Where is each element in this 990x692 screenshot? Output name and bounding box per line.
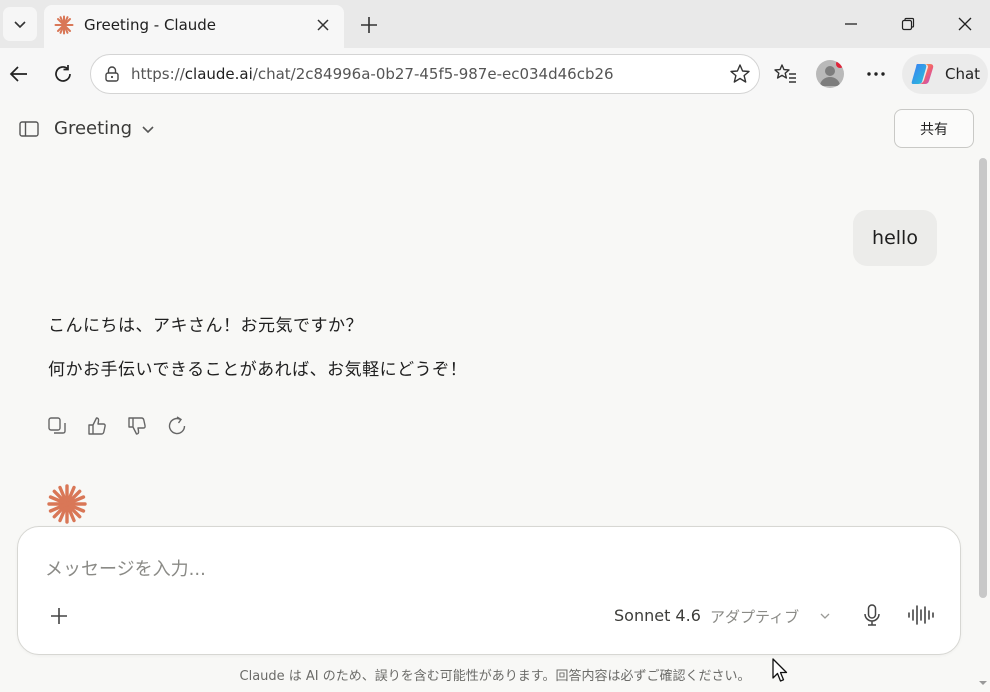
mode-selector[interactable]: アダプティブ xyxy=(710,606,799,627)
refresh-button[interactable] xyxy=(48,59,78,89)
conversation-title[interactable]: Greeting xyxy=(54,118,132,139)
url-text: https://claude.ai/chat/2c84996a-0b27-45f… xyxy=(131,65,614,83)
model-selector[interactable]: Sonnet 4.6 xyxy=(614,606,701,625)
claude-logo-icon xyxy=(47,484,87,524)
more-menu-button[interactable] xyxy=(862,60,890,88)
tab-list-button[interactable] xyxy=(2,6,38,42)
copilot-icon xyxy=(911,64,934,84)
message-input[interactable]: メッセージを入力... xyxy=(45,555,206,581)
browser-tab-active[interactable]: Greeting - Claude xyxy=(44,5,344,48)
close-window-button[interactable] xyxy=(950,10,980,38)
mouse-cursor-icon xyxy=(772,658,788,682)
tab-close-button[interactable] xyxy=(312,14,334,36)
site-info-icon[interactable] xyxy=(103,65,121,83)
chevron-down-icon xyxy=(14,21,26,29)
url-host: claude.ai xyxy=(184,65,253,83)
chevron-down-icon[interactable] xyxy=(139,120,157,138)
assistant-paragraph: こんにちは、アキさん！お元気ですか？ xyxy=(48,316,363,336)
sidebar-toggle-icon[interactable] xyxy=(18,118,40,140)
assistant-paragraph: 何かお手伝いできることがあれば、お気軽にどうぞ！ xyxy=(48,360,468,380)
new-tab-button[interactable] xyxy=(354,10,384,40)
more-icon xyxy=(867,72,885,76)
chat-header: Greeting 共有 xyxy=(0,100,990,156)
retry-icon[interactable] xyxy=(166,415,188,437)
url-path: /chat/2c84996a-0b27-45f5-987e-ec034d46cb… xyxy=(252,65,614,83)
minimize-icon xyxy=(845,23,857,25)
claude-app: Greeting 共有 hello こんにちは、アキさん！お元気ですか？ 何かお… xyxy=(0,100,990,692)
thumbs-up-icon[interactable] xyxy=(86,415,108,437)
scrollbar-thumb[interactable] xyxy=(979,158,987,598)
share-button[interactable]: 共有 xyxy=(894,109,974,148)
plus-icon xyxy=(361,17,377,33)
copilot-chat-button[interactable]: Chat xyxy=(902,54,988,94)
url-scheme: https:// xyxy=(131,65,185,83)
microphone-icon[interactable] xyxy=(861,603,883,627)
assistant-message: こんにちは、アキさん！お元気ですか？ 何かお手伝いできることがあれば、お気軽にど… xyxy=(48,318,467,406)
arrow-left-icon xyxy=(9,66,27,82)
close-icon xyxy=(317,19,329,31)
minimize-button[interactable] xyxy=(836,10,866,38)
favorites-button[interactable] xyxy=(772,60,800,88)
refresh-icon xyxy=(55,65,71,82)
voice-mode-icon[interactable] xyxy=(906,603,936,627)
thumbs-down-icon[interactable] xyxy=(126,415,148,437)
add-attachment-icon[interactable] xyxy=(48,605,70,627)
profile-avatar[interactable] xyxy=(816,60,844,88)
copilot-chat-label: Chat xyxy=(945,65,981,83)
address-bar[interactable]: https://claude.ai/chat/2c84996a-0b27-45f… xyxy=(90,54,760,94)
message-composer: メッセージを入力... Sonnet 4.6 アダプティブ xyxy=(17,526,961,655)
tab-title: Greeting - Claude xyxy=(84,16,217,34)
claude-favicon-icon xyxy=(54,15,74,35)
back-button[interactable] xyxy=(4,59,34,89)
user-message: hello xyxy=(853,210,937,266)
restore-button[interactable] xyxy=(893,10,923,38)
star-icon[interactable] xyxy=(729,63,751,85)
favorites-icon xyxy=(774,64,796,83)
browser-tab-bar: Greeting - Claude xyxy=(0,0,990,48)
notification-dot xyxy=(836,60,844,68)
chevron-down-icon[interactable] xyxy=(818,609,832,623)
disclaimer-text: Claude は AI のため、誤りを含む可能性があります。回答内容は必ずご確認… xyxy=(239,669,751,684)
restore-icon xyxy=(901,17,915,31)
close-icon xyxy=(958,17,972,31)
copy-icon[interactable] xyxy=(46,415,68,437)
